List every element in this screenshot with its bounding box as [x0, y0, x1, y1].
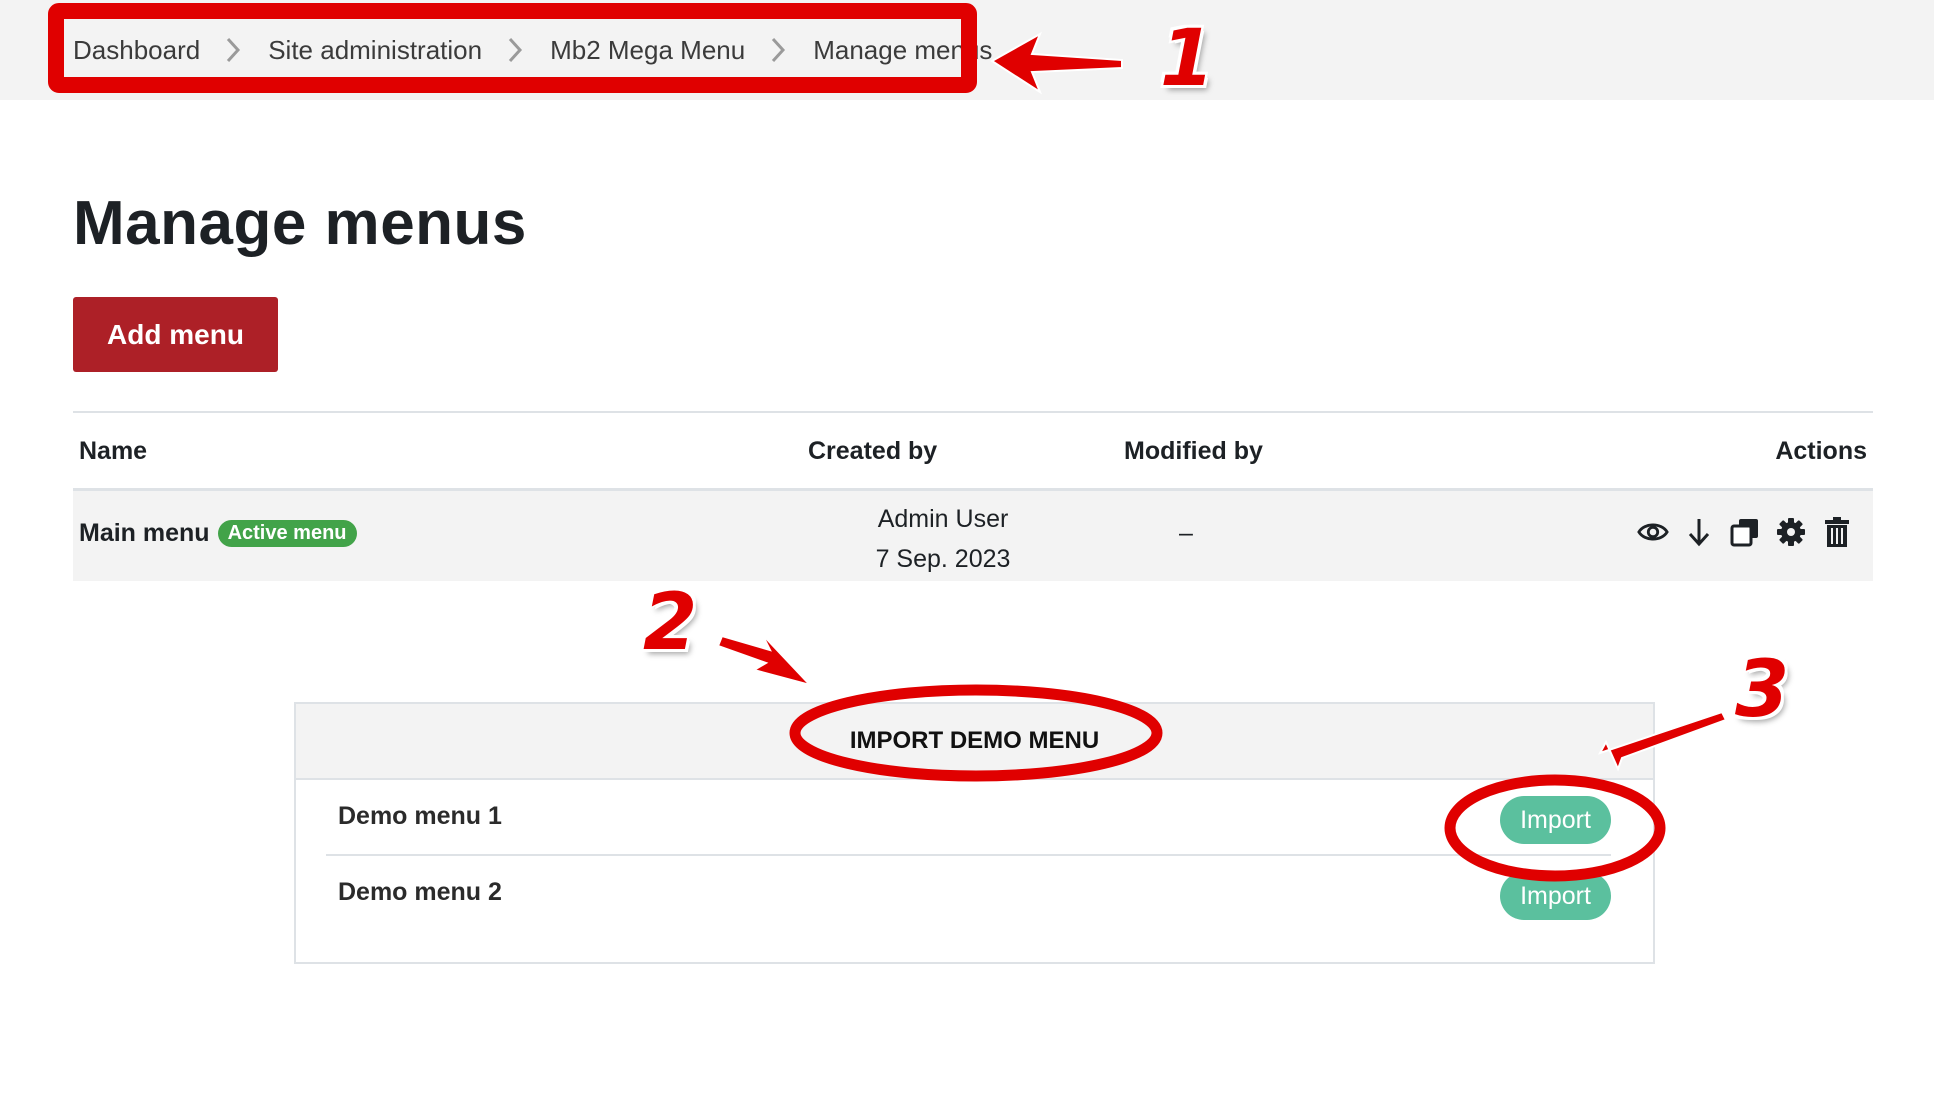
demo-menu-label: Demo menu 1	[338, 802, 502, 830]
menu-name-cell: Main menu Active menu	[79, 519, 357, 548]
column-header-modified-by: Modified by	[1124, 437, 1263, 465]
column-header-created-by: Created by	[808, 437, 938, 465]
step-number-3: 3	[1735, 645, 1790, 735]
trash-icon[interactable]	[1821, 515, 1853, 549]
breadcrumb-manage-menus: Manage menus	[813, 34, 993, 65]
breadcrumb-mb2-mega-menu[interactable]: Mb2 Mega Menu	[550, 35, 745, 66]
chevron-right-icon	[759, 36, 799, 64]
add-menu-button[interactable]: Add menu	[73, 297, 278, 372]
breadcrumb: Dashboard Site administration Mb2 Mega M…	[73, 30, 992, 70]
import-panel-title: IMPORT DEMO MENU	[296, 704, 1653, 780]
import-demo-menu-2-button[interactable]: Import	[1500, 872, 1611, 920]
active-menu-badge: Active menu	[217, 520, 357, 547]
top-bar: Dashboard Site administration Mb2 Mega M…	[0, 0, 1934, 100]
menu-name: Main menu	[79, 519, 210, 547]
table-row: Main menu Active menu Admin User 7 Sep. …	[73, 491, 1873, 581]
arrow-down-right-icon	[716, 633, 814, 687]
created-date: 7 Sep. 2023	[875, 545, 1011, 573]
page-title: Manage menus	[73, 189, 527, 258]
menus-table: Name Created by Modified by Actions Main…	[73, 411, 1873, 581]
modified-by-cell: –	[1179, 519, 1193, 547]
chevron-right-icon	[496, 36, 536, 64]
download-icon[interactable]	[1683, 515, 1715, 549]
table-header: Name Created by Modified by Actions	[73, 411, 1873, 491]
demo-menu-label: Demo menu 2	[338, 878, 502, 906]
step-number-2: 2	[643, 578, 698, 668]
created-by-cell: Admin User 7 Sep. 2023	[803, 499, 1083, 579]
duplicate-icon[interactable]	[1729, 515, 1761, 549]
import-demo-menu-panel: IMPORT DEMO MENU Demo menu 1 Import Demo…	[294, 702, 1655, 964]
gear-icon[interactable]	[1775, 515, 1807, 549]
breadcrumb-dashboard[interactable]: Dashboard	[73, 35, 200, 66]
created-by-user: Admin User	[877, 505, 1009, 533]
breadcrumb-site-administration[interactable]: Site administration	[268, 35, 482, 66]
column-header-name: Name	[79, 437, 148, 465]
eye-icon[interactable]	[1637, 515, 1669, 549]
step-number-1: 1	[1160, 14, 1215, 104]
column-header-actions: Actions	[1775, 437, 1867, 465]
import-demo-menu-1-button[interactable]: Import	[1500, 796, 1611, 844]
list-item: Demo menu 1 Import	[326, 780, 1611, 856]
chevron-right-icon	[214, 36, 254, 64]
list-item: Demo menu 2 Import	[326, 856, 1611, 930]
row-actions	[1637, 515, 1853, 549]
